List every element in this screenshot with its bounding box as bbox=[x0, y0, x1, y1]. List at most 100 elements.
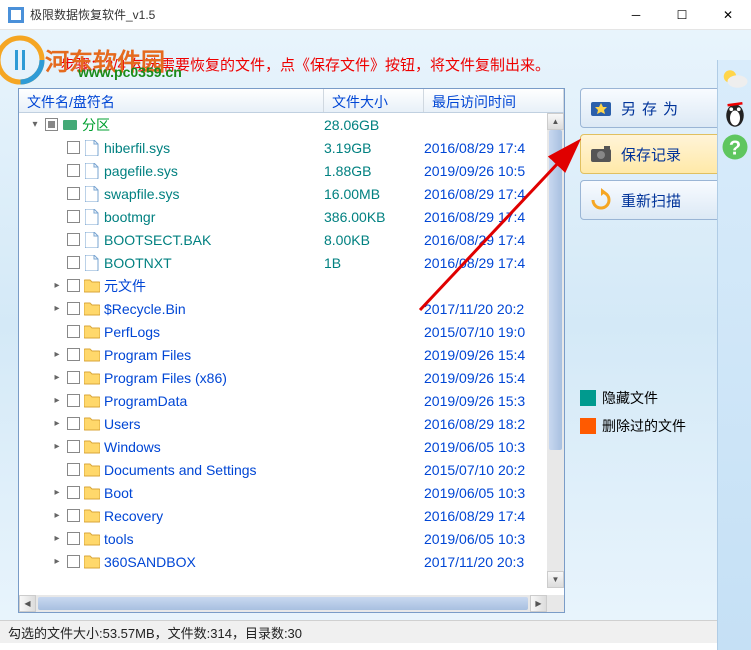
expand-icon[interactable]: ▸ bbox=[51, 372, 63, 383]
expand-icon[interactable]: ▸ bbox=[51, 533, 63, 544]
table-row[interactable]: ▸ProgramData2019/09/26 15:3 bbox=[19, 389, 564, 412]
watermark-logo-icon bbox=[0, 35, 45, 85]
checkbox[interactable] bbox=[67, 187, 80, 200]
scroll-up-icon[interactable]: ▲ bbox=[547, 113, 564, 130]
window-controls: ─ ☐ ✕ bbox=[613, 0, 751, 30]
dock-penguin-icon[interactable] bbox=[720, 98, 750, 128]
table-row[interactable]: pagefile.sys1.88GB2019/09/26 10:5 bbox=[19, 159, 564, 182]
table-row[interactable]: ▸Windows2019/06/05 10:3 bbox=[19, 435, 564, 458]
checkbox[interactable] bbox=[67, 509, 80, 522]
scroll-thumb-h[interactable] bbox=[38, 597, 528, 610]
expand-icon[interactable]: ▸ bbox=[51, 303, 63, 314]
table-row[interactable]: ▸ Recovery 2016/08/29 17:4 bbox=[19, 504, 564, 527]
expand-icon[interactable]: ▸ bbox=[51, 441, 63, 452]
folder-icon bbox=[84, 531, 100, 547]
expand-icon[interactable]: ▸ bbox=[51, 510, 63, 521]
checkbox[interactable] bbox=[67, 348, 80, 361]
legend-hidden-swatch bbox=[580, 390, 596, 406]
table-row[interactable]: swapfile.sys16.00MB2016/08/29 17:4 bbox=[19, 182, 564, 205]
file-size: 16.00MB bbox=[324, 186, 424, 202]
app-icon bbox=[8, 7, 24, 23]
maximize-button[interactable]: ☐ bbox=[659, 0, 705, 30]
table-row[interactable]: ▸Program Files (x86)2019/09/26 15:4 bbox=[19, 366, 564, 389]
checkbox[interactable] bbox=[45, 118, 58, 131]
expand-icon[interactable]: ▸ bbox=[51, 487, 63, 498]
file-icon bbox=[84, 255, 100, 271]
checkbox[interactable] bbox=[67, 141, 80, 154]
column-header-time[interactable]: 最后访问时间 bbox=[424, 89, 564, 112]
table-row[interactable]: ▸Users2016/08/29 18:2 bbox=[19, 412, 564, 435]
table-row[interactable]: ▸tools2019/06/05 10:3 bbox=[19, 527, 564, 550]
table-row[interactable]: ▸360SANDBOX2017/11/20 20:3 bbox=[19, 550, 564, 573]
main-area: 河东软件园 www.pc0359.cn 步骤：3/4 勾选需要恢复的文件，点《保… bbox=[0, 30, 751, 620]
checkbox[interactable] bbox=[67, 532, 80, 545]
table-row[interactable]: Documents and Settings2015/07/10 20:2 bbox=[19, 458, 564, 481]
titlebar: 极限数据恢复软件_v1.5 ─ ☐ ✕ bbox=[0, 0, 751, 30]
file-time: 2015/07/10 20:2 bbox=[424, 462, 564, 478]
expand-icon[interactable]: ▸ bbox=[51, 280, 63, 291]
table-row[interactable]: bootmgr386.00KB2016/08/29 17:4 bbox=[19, 205, 564, 228]
close-button[interactable]: ✕ bbox=[705, 0, 751, 30]
file-name: bootmgr bbox=[104, 209, 155, 225]
file-name: ProgramData bbox=[104, 393, 187, 409]
file-time: 2017/11/20 20:3 bbox=[424, 554, 564, 570]
table-row[interactable]: ▸Boot2019/06/05 10:3 bbox=[19, 481, 564, 504]
checkbox[interactable] bbox=[67, 210, 80, 223]
table-row[interactable]: ▸$Recycle.Bin2017/11/20 20:2 bbox=[19, 297, 564, 320]
rescan-button[interactable]: 重新扫描 bbox=[580, 180, 733, 220]
minimize-button[interactable]: ─ bbox=[613, 0, 659, 30]
table-row[interactable]: ▾分区28.06GB bbox=[19, 113, 564, 136]
column-header-name[interactable]: 文件名/盘符名 bbox=[19, 89, 324, 112]
expand-icon[interactable]: ▸ bbox=[51, 556, 63, 567]
file-time: 2016/08/29 17:4 bbox=[424, 508, 564, 524]
checkbox[interactable] bbox=[67, 371, 80, 384]
file-name: Users bbox=[104, 416, 141, 432]
file-size: 8.00KB bbox=[324, 232, 424, 248]
table-row[interactable]: PerfLogs2015/07/10 19:0 bbox=[19, 320, 564, 343]
save-record-button[interactable]: 保存记录 bbox=[580, 134, 733, 174]
table-row[interactable]: ▸元文件 bbox=[19, 274, 564, 297]
checkbox[interactable] bbox=[67, 440, 80, 453]
expand-icon[interactable]: ▸ bbox=[51, 349, 63, 360]
save-record-label: 保存记录 bbox=[621, 144, 681, 165]
checkbox[interactable] bbox=[67, 233, 80, 246]
checkbox[interactable] bbox=[67, 463, 80, 476]
file-time: 2019/06/05 10:3 bbox=[424, 485, 564, 501]
checkbox[interactable] bbox=[67, 394, 80, 407]
checkbox[interactable] bbox=[67, 164, 80, 177]
file-size: 1B bbox=[324, 255, 424, 271]
checkbox[interactable] bbox=[67, 417, 80, 430]
file-name: Recovery bbox=[104, 508, 163, 524]
table-row[interactable]: BOOTNXT1B2016/08/29 17:4 bbox=[19, 251, 564, 274]
rescan-label: 重新扫描 bbox=[621, 190, 681, 211]
expand-icon[interactable]: ▸ bbox=[51, 395, 63, 406]
checkbox[interactable] bbox=[67, 555, 80, 568]
folder-icon bbox=[84, 324, 100, 340]
expand-icon[interactable]: ▸ bbox=[51, 418, 63, 429]
checkbox[interactable] bbox=[67, 279, 80, 292]
checkbox[interactable] bbox=[67, 302, 80, 315]
checkbox[interactable] bbox=[67, 486, 80, 499]
expand-icon[interactable]: ▾ bbox=[29, 119, 41, 130]
checkbox[interactable] bbox=[67, 325, 80, 338]
horizontal-scrollbar[interactable]: ◀ ▶ bbox=[19, 595, 547, 612]
column-header-size[interactable]: 文件大小 bbox=[324, 89, 424, 112]
folder-icon bbox=[84, 462, 100, 478]
table-row[interactable]: ▸Program Files2019/09/26 15:4 bbox=[19, 343, 564, 366]
table-row[interactable]: BOOTSECT.BAK8.00KB2016/08/29 17:4 bbox=[19, 228, 564, 251]
dock-help-icon[interactable]: ? bbox=[720, 132, 750, 162]
scroll-thumb-v[interactable] bbox=[549, 130, 562, 450]
table-row[interactable]: hiberfil.sys3.19GB2016/08/29 17:4 bbox=[19, 136, 564, 159]
file-icon bbox=[84, 209, 100, 225]
legend-deleted-swatch bbox=[580, 418, 596, 434]
save-as-button[interactable]: 另存为 bbox=[580, 88, 733, 128]
scroll-right-icon[interactable]: ▶ bbox=[530, 595, 547, 612]
vertical-scrollbar[interactable]: ▲ ▼ bbox=[547, 113, 564, 588]
scroll-down-icon[interactable]: ▼ bbox=[547, 571, 564, 588]
checkbox[interactable] bbox=[67, 256, 80, 269]
tree-body[interactable]: ▾分区28.06GBhiberfil.sys3.19GB2016/08/29 1… bbox=[19, 113, 564, 590]
dock-weather-icon[interactable] bbox=[720, 64, 750, 94]
file-name: tools bbox=[104, 531, 134, 547]
scroll-left-icon[interactable]: ◀ bbox=[19, 595, 36, 612]
file-time: 2019/06/05 10:3 bbox=[424, 439, 564, 455]
